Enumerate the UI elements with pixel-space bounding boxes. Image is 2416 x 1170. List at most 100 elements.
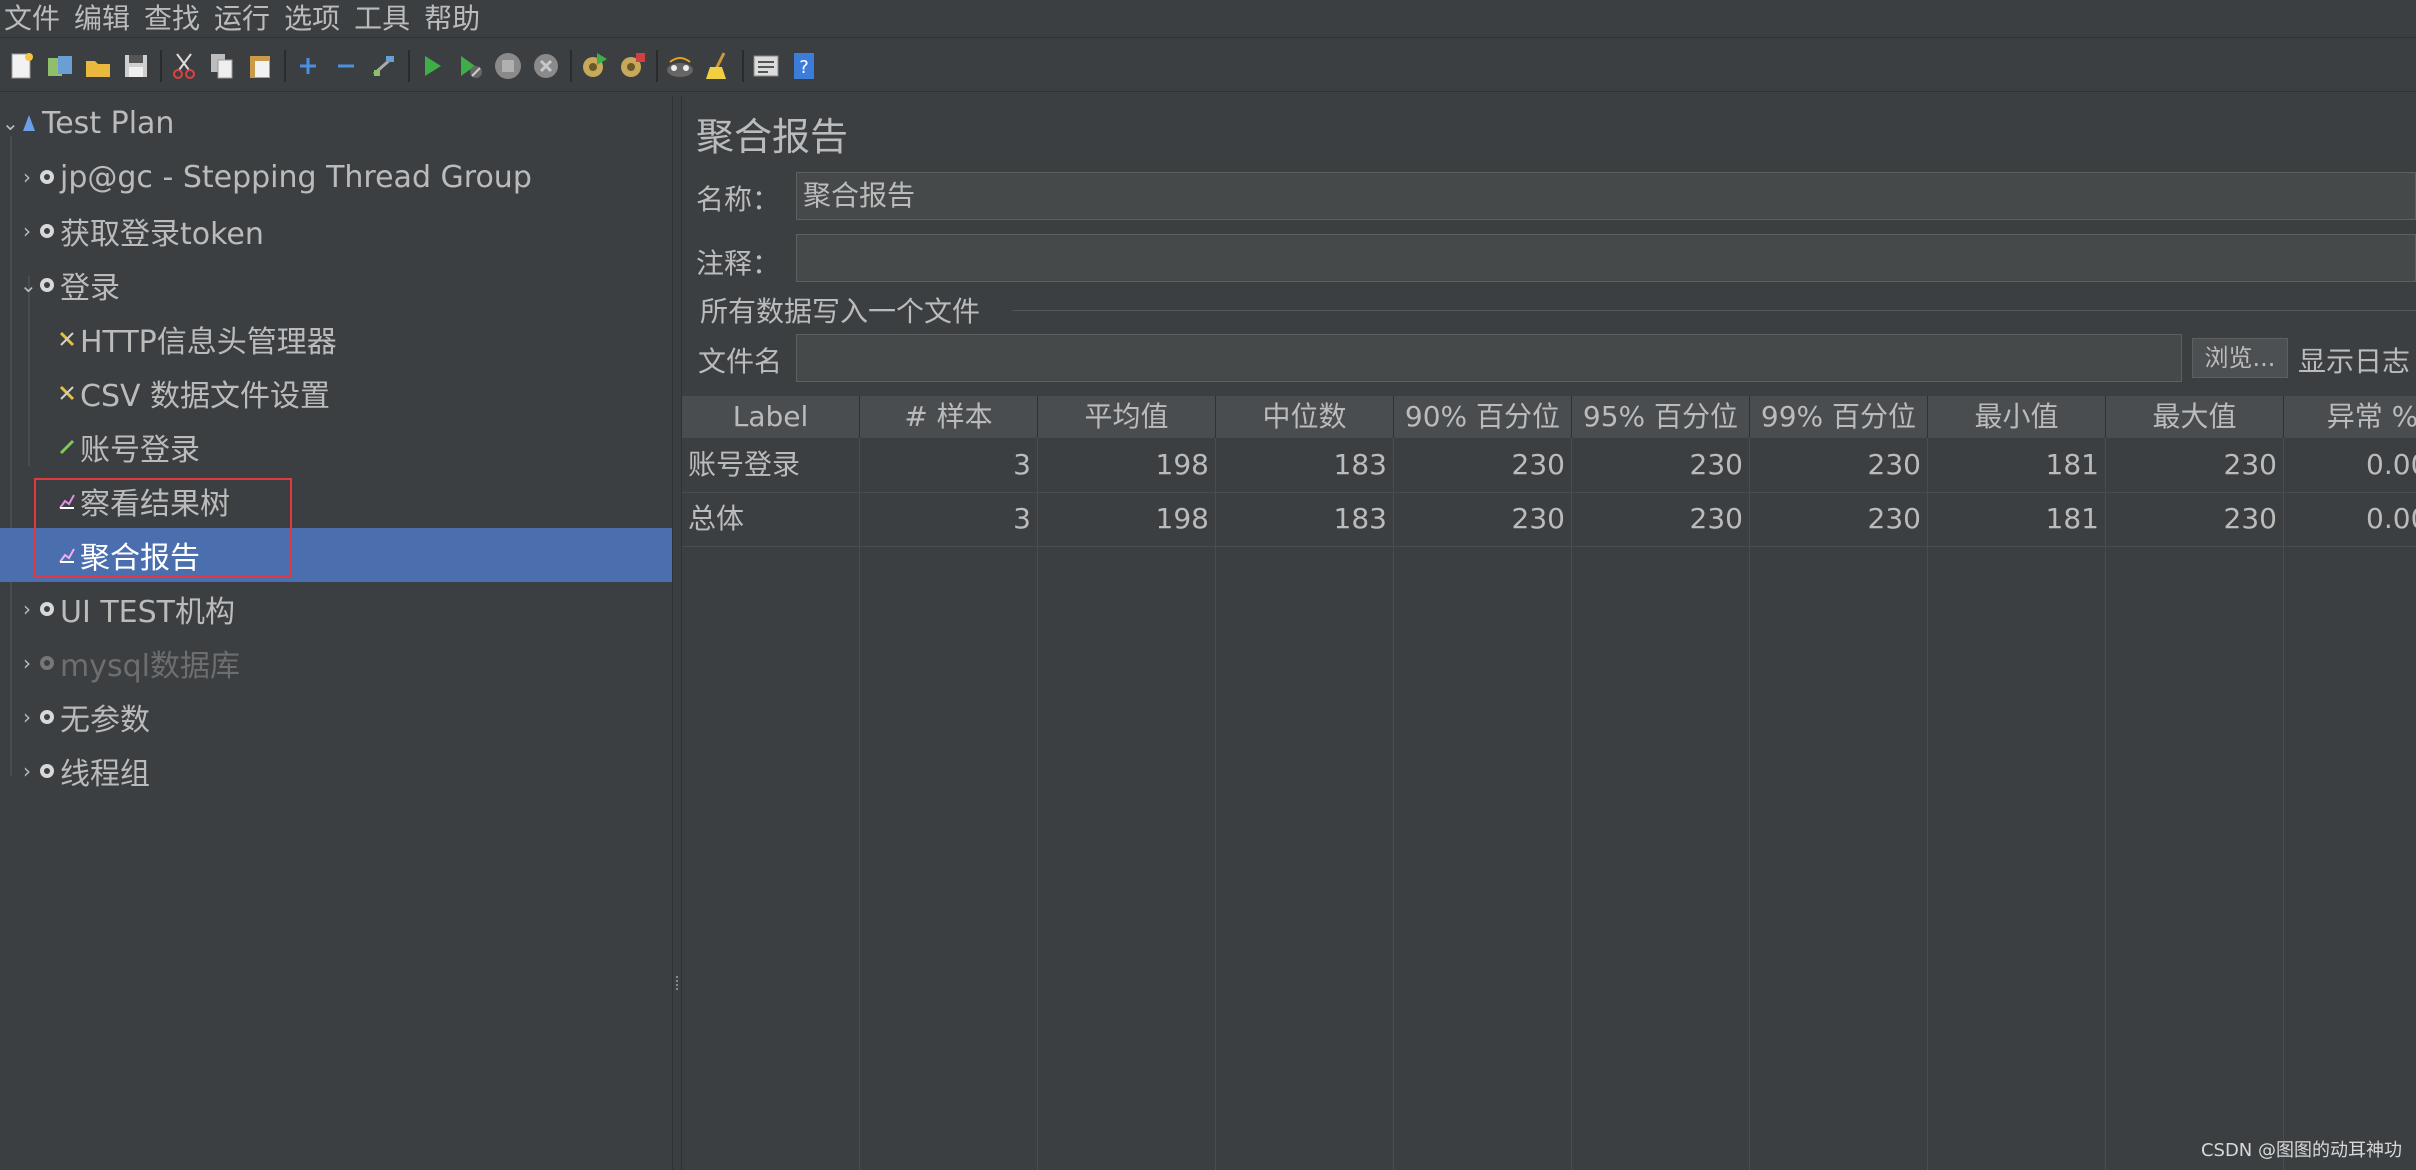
column-header-p95[interactable]: 95% 百分位 xyxy=(1572,396,1750,438)
filename-label: 文件名 xyxy=(698,345,783,378)
menu-run[interactable]: 运行 xyxy=(214,2,270,36)
toolbar-separator xyxy=(160,49,162,82)
gear-icon xyxy=(38,708,56,726)
menu-options[interactable]: 选项 xyxy=(284,2,340,36)
start-icon[interactable] xyxy=(416,50,448,82)
gear-icon xyxy=(38,276,56,294)
collapse-icon[interactable] xyxy=(330,50,362,82)
table-cell: 230 xyxy=(2106,492,2284,546)
chevron-down-icon[interactable]: ⌄ xyxy=(20,273,37,297)
table-cell: 230 xyxy=(1394,492,1572,546)
menu-file[interactable]: 文件 xyxy=(4,2,60,36)
log-display-label[interactable]: 显示日志 xyxy=(2298,340,2410,380)
remote-stop-icon[interactable] xyxy=(616,50,648,82)
table-header: Label # 样本 平均值 中位数 90% 百分位 95% 百分位 99% 百… xyxy=(682,396,2416,438)
toggle-icon[interactable] xyxy=(368,50,400,82)
tree-item-no-params[interactable]: › 无参数 xyxy=(0,690,672,744)
panel-splitter[interactable] xyxy=(672,96,682,1170)
tree-item-login[interactable]: ⌄ 登录 xyxy=(0,258,672,312)
column-header-min[interactable]: 最小值 xyxy=(1928,396,2106,438)
name-field[interactable]: 聚合报告 xyxy=(796,172,2416,220)
column-divider xyxy=(1215,438,1216,1170)
column-divider xyxy=(1927,438,1928,1170)
column-divider xyxy=(1571,438,1572,1170)
table-row[interactable]: 账号登录 3 198 183 230 230 230 181 230 0.00% xyxy=(682,438,2416,493)
function-helper-icon[interactable] xyxy=(750,50,782,82)
start-no-pause-icon[interactable] xyxy=(454,50,486,82)
column-divider xyxy=(1749,438,1750,1170)
remote-start-icon[interactable] xyxy=(578,50,610,82)
column-header-average[interactable]: 平均值 xyxy=(1038,396,1216,438)
tree-item-account-login-sampler[interactable]: 账号登录 xyxy=(0,420,672,474)
table-cell: 230 xyxy=(1572,492,1750,546)
column-header-label[interactable]: Label xyxy=(682,396,860,438)
menu-tools[interactable]: 工具 xyxy=(354,2,410,36)
column-divider xyxy=(1037,438,1038,1170)
paste-icon[interactable] xyxy=(244,50,276,82)
chevron-right-icon[interactable]: › xyxy=(20,219,34,243)
column-header-median[interactable]: 中位数 xyxy=(1216,396,1394,438)
column-header-max[interactable]: 最大值 xyxy=(2106,396,2284,438)
tree-item-http-header-manager[interactable]: HTTP信息头管理器 xyxy=(0,312,672,366)
tree-item-csv-data-set[interactable]: CSV 数据文件设置 xyxy=(0,366,672,420)
browse-button[interactable]: 浏览... xyxy=(2192,338,2288,378)
tree-item-thread-group[interactable]: › 线程组 xyxy=(0,744,672,798)
tree-item-get-login-token[interactable]: › 获取登录token xyxy=(0,204,672,258)
tree-item-test-plan[interactable]: ⌄ Test Plan xyxy=(0,96,672,150)
stop-icon[interactable] xyxy=(492,50,524,82)
name-label: 名称： xyxy=(696,183,781,216)
table-cell: 账号登录 xyxy=(682,438,860,492)
chevron-right-icon[interactable]: › xyxy=(20,597,34,621)
column-header-p90[interactable]: 90% 百分位 xyxy=(1394,396,1572,438)
section-divider xyxy=(1012,310,2416,311)
table-cell: 230 xyxy=(1750,438,1928,492)
filename-field[interactable] xyxy=(796,334,2182,382)
table-cell: 总体 xyxy=(682,492,860,546)
tree-item-aggregate-report[interactable]: 聚合报告 xyxy=(0,528,672,582)
copy-icon[interactable] xyxy=(206,50,238,82)
panel-title: 聚合报告 xyxy=(696,115,849,159)
new-icon[interactable] xyxy=(6,50,38,82)
expand-icon[interactable] xyxy=(292,50,324,82)
clear-icon[interactable] xyxy=(664,50,696,82)
column-header-samples[interactable]: # 样本 xyxy=(860,396,1038,438)
table-cell: 230 xyxy=(2106,438,2284,492)
aggregate-table: Label # 样本 平均值 中位数 90% 百分位 95% 百分位 99% 百… xyxy=(682,396,2416,1170)
chevron-right-icon[interactable]: › xyxy=(20,165,34,189)
gear-icon xyxy=(38,222,56,240)
clear-all-icon[interactable] xyxy=(702,50,734,82)
open-icon[interactable] xyxy=(82,50,114,82)
comment-field[interactable] xyxy=(796,234,2416,282)
column-header-error-rate[interactable]: 异常 % xyxy=(2284,396,2416,438)
table-cell: 181 xyxy=(1928,492,2106,546)
chevron-right-icon[interactable]: › xyxy=(20,759,34,783)
save-icon[interactable] xyxy=(120,50,152,82)
tree-item-ui-test-org[interactable]: › UI TEST机构 xyxy=(0,582,672,636)
menu-help[interactable]: 帮助 xyxy=(424,2,480,36)
splitter-grip-icon[interactable] xyxy=(676,976,681,990)
file-section-title: 所有数据写入一个文件 xyxy=(700,295,981,328)
column-divider xyxy=(2283,438,2284,1170)
tree-item-view-results-tree[interactable]: 察看结果树 xyxy=(0,474,672,528)
column-header-p99[interactable]: 99% 百分位 xyxy=(1750,396,1928,438)
chevron-down-icon[interactable]: ⌄ xyxy=(2,111,19,135)
chevron-right-icon[interactable]: › xyxy=(20,705,34,729)
gear-icon xyxy=(38,168,56,186)
gear-icon xyxy=(38,762,56,780)
table-cell: 0.00% xyxy=(2284,492,2416,546)
help-icon[interactable]: ? xyxy=(788,50,820,82)
table-cell: 183 xyxy=(1216,492,1394,546)
menu-search[interactable]: 查找 xyxy=(144,2,200,36)
tree-item-stepping-thread-group[interactable]: › jp@gc - Stepping Thread Group xyxy=(0,150,672,204)
chevron-right-icon[interactable]: › xyxy=(20,651,34,675)
menu-edit[interactable]: 编辑 xyxy=(74,2,130,36)
shutdown-icon[interactable] xyxy=(530,50,562,82)
table-row[interactable]: 总体 3 198 183 230 230 230 181 230 0.00% xyxy=(682,492,2416,547)
cut-icon[interactable] xyxy=(168,50,200,82)
pipette-icon xyxy=(58,438,76,456)
tree-item-mysql-db[interactable]: › mysql数据库 xyxy=(0,636,672,690)
test-plan-icon xyxy=(20,114,38,132)
table-cell: 230 xyxy=(1750,492,1928,546)
wrench-icon xyxy=(58,330,76,348)
templates-icon[interactable] xyxy=(44,50,76,82)
